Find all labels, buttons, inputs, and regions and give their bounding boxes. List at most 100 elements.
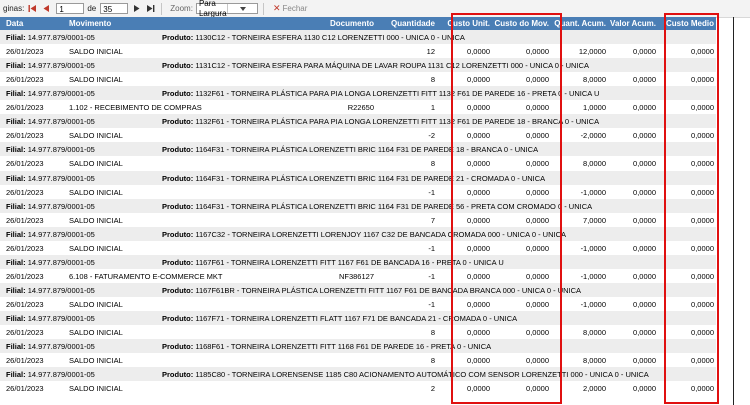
cell-quantidade: 7 [430, 215, 435, 225]
cell-quantidade: 8 [430, 328, 435, 337]
chevron-down-icon[interactable] [226, 4, 257, 13]
cell-quantidade: 2 [430, 384, 435, 394]
cell-valor-acum: 0,0000 [633, 299, 656, 309]
cell-valor-acum: 0,0000 [633, 187, 656, 197]
filial-cnpj: 14.977.879/0001-05 [27, 61, 95, 71]
filial-row: Filial: 14.977.879/0001-05 Produto: 1185… [0, 367, 716, 382]
close-button[interactable]: Fechar [282, 4, 307, 13]
cell-valor-acum: 0,0000 [633, 159, 656, 169]
cell-movimento: SALDO INICIAL [69, 299, 123, 309]
cell-data: 26/01/2023 [6, 271, 44, 281]
cell-data: 26/01/2023 [6, 159, 44, 169]
cell-quant-acum: 8,0000 [583, 328, 606, 337]
filial-label: Filial: [6, 61, 26, 71]
filial-row: Filial: 14.977.879/0001-05 Produto: 1167… [0, 254, 716, 269]
filial-row: Filial: 14.977.879/0001-05 Produto: 1132… [0, 114, 716, 129]
filial-cnpj: 14.977.879/0001-05 [27, 342, 95, 352]
first-page-icon[interactable] [27, 3, 38, 14]
zoom-select[interactable]: Para Largura [195, 0, 258, 18]
cell-documento: R22650 [347, 103, 374, 113]
col-quant-acum: Quant. Acum. [554, 19, 606, 28]
of-label: de [87, 4, 97, 13]
produto-description: 1168F61 - TORNEIRA LORENZETTI FITT 1168 … [195, 342, 492, 352]
cell-movimento: SALDO INICIAL [69, 75, 123, 85]
cell-documento: NF386127 [338, 271, 374, 281]
produto-label: Produto: [162, 201, 194, 211]
cell-movimento: SALDO INICIAL [69, 328, 123, 337]
cell-valor-acum: 0,0000 [633, 243, 656, 253]
cell-quant-acum: 8,0000 [583, 159, 606, 169]
page-edge [733, 17, 734, 405]
cell-data: 26/01/2023 [6, 384, 44, 394]
highlight-custo-medio-column [664, 13, 719, 404]
filial-cnpj: 14.977.879/0001-05 [27, 117, 95, 127]
page-number-input[interactable]: 1 [56, 3, 85, 14]
filial-cnpj: 14.977.879/0001-05 [27, 201, 95, 211]
filial-row: Filial: 14.977.879/0001-05 Produto: 1164… [0, 142, 716, 157]
cell-data: 26/01/2023 [6, 47, 44, 56]
cell-valor-acum: 0,0000 [633, 47, 656, 56]
filial-cnpj: 14.977.879/0001-05 [27, 173, 95, 183]
cell-data: 26/01/2023 [6, 215, 44, 225]
col-data: Data [6, 19, 24, 28]
filial-label: Filial: [6, 201, 26, 211]
close-icon[interactable]: ✕ [273, 3, 281, 14]
table-row: 26/01/2023 6.108 - FATURAMENTO E-COMMERC… [0, 268, 716, 283]
last-page-icon[interactable] [145, 3, 156, 14]
col-documento: Documento [330, 19, 374, 28]
cell-quant-acum: 8,0000 [583, 75, 606, 85]
filial-cnpj: 14.977.879/0001-05 [27, 229, 95, 239]
toolbar-separator [262, 2, 264, 15]
filial-label: Filial: [6, 285, 26, 295]
filial-label: Filial: [6, 229, 26, 239]
cell-data: 26/01/2023 [6, 103, 44, 113]
filial-label: Filial: [6, 89, 26, 99]
table-row: 26/01/2023 SALDO INICIAL -1 0,0000 0,000… [0, 240, 716, 255]
cell-movimento: SALDO INICIAL [69, 131, 123, 141]
cell-data: 26/01/2023 [6, 131, 44, 141]
zoom-value: Para Largura [198, 0, 227, 18]
cell-quant-acum: -1,0000 [580, 299, 606, 309]
filial-label: Filial: [6, 314, 26, 323]
cell-quant-acum: -2,0000 [580, 131, 606, 141]
produto-label: Produto: [162, 229, 194, 239]
produto-label: Produto: [162, 314, 194, 323]
col-movimento: Movimento [69, 19, 112, 28]
cell-movimento: 6.108 - FATURAMENTO E-COMMERCE MKT [69, 271, 223, 281]
filial-row: Filial: 14.977.879/0001-05 Produto: 1167… [0, 282, 716, 297]
produto-label: Produto: [162, 173, 194, 183]
table-row: 26/01/2023 1.102 - RECEBIMENTO DE COMPRA… [0, 100, 716, 115]
cell-movimento: SALDO INICIAL [69, 215, 123, 225]
cell-movimento: SALDO INICIAL [69, 243, 123, 253]
filial-cnpj: 14.977.879/0001-05 [27, 33, 95, 42]
filial-row: Filial: 14.977.879/0001-05 Produto: 1167… [0, 226, 716, 241]
produto-label: Produto: [162, 89, 194, 99]
produto-label: Produto: [162, 342, 194, 352]
cell-quantidade: -1 [428, 299, 435, 309]
table-row: 26/01/2023 SALDO INICIAL 12 0,0000 0,000… [0, 44, 716, 58]
cell-movimento: SALDO INICIAL [69, 384, 123, 394]
filial-row: Filial: 14.977.879/0001-05 Produto: 1168… [0, 339, 716, 354]
cell-quant-acum: 12,0000 [578, 47, 606, 56]
cell-movimento: SALDO INICIAL [69, 187, 123, 197]
cell-quant-acum: -1,0000 [580, 271, 606, 281]
produto-label: Produto: [162, 145, 194, 155]
produto-description: 1185C80 - TORNEIRA LORENSENSE 1185 C80 A… [195, 370, 649, 380]
produto-label: Produto: [162, 33, 194, 42]
cell-quantidade: 12 [426, 47, 435, 56]
cell-movimento: 1.102 - RECEBIMENTO DE COMPRAS [69, 103, 202, 113]
cell-data: 26/01/2023 [6, 243, 44, 253]
prev-page-icon[interactable] [41, 3, 52, 14]
filial-row: Filial: 14.977.879/0001-05 Produto: 1131… [0, 58, 716, 73]
cell-quant-acum: -1,0000 [580, 187, 606, 197]
table-row: 26/01/2023 SALDO INICIAL -1 0,0000 0,000… [0, 184, 716, 199]
next-page-icon[interactable] [131, 3, 142, 14]
filial-label: Filial: [6, 33, 26, 42]
filial-row: Filial: 14.977.879/0001-05 Produto: 1164… [0, 198, 716, 213]
table-row: 26/01/2023 SALDO INICIAL 8 0,0000 0,0000… [0, 72, 716, 87]
filial-cnpj: 14.977.879/0001-05 [27, 89, 95, 99]
produto-label: Produto: [162, 61, 194, 71]
cell-movimento: SALDO INICIAL [69, 159, 123, 169]
filial-cnpj: 14.977.879/0001-05 [27, 145, 95, 155]
cell-quant-acum: 1,0000 [583, 103, 606, 113]
